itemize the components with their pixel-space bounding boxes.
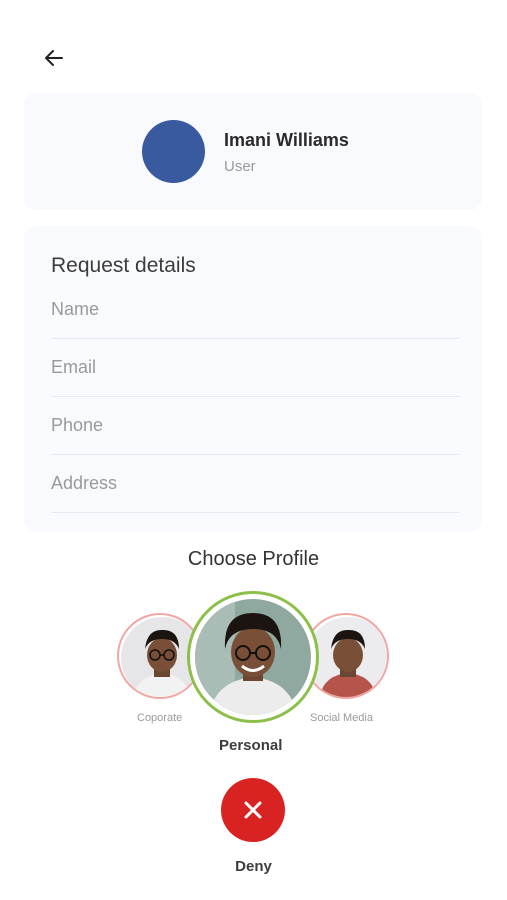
deny-button[interactable]: [221, 778, 285, 842]
name-field-placeholder: Name: [51, 299, 100, 319]
address-field[interactable]: Address: [51, 472, 459, 513]
choose-profile-title: Choose Profile: [187, 548, 320, 570]
phone-field[interactable]: Phone: [51, 414, 459, 455]
email-field[interactable]: Email: [51, 356, 459, 397]
address-field-placeholder: Address: [51, 473, 118, 493]
avatar: [142, 120, 205, 183]
back-button[interactable]: [40, 44, 68, 72]
user-role: User: [224, 158, 256, 175]
corporate-label: Coporate: [137, 712, 183, 724]
phone-field-placeholder: Phone: [51, 415, 104, 435]
profile-option-personal[interactable]: Personal: [187, 591, 321, 761]
arrow-left-icon: [45, 50, 63, 66]
user-card: Imani Williams User: [24, 93, 482, 210]
email-field-placeholder: Email: [51, 357, 97, 377]
deny-label: Deny: [235, 858, 272, 875]
request-details-title: Request details: [51, 254, 196, 277]
personal-photo: [195, 599, 311, 715]
request-details-card: Request details Name Email Phone Address: [24, 226, 482, 532]
name-field[interactable]: Name: [51, 298, 459, 339]
personal-label: Personal: [219, 737, 283, 754]
user-name: Imani Williams: [224, 130, 349, 150]
close-icon: [244, 801, 262, 819]
